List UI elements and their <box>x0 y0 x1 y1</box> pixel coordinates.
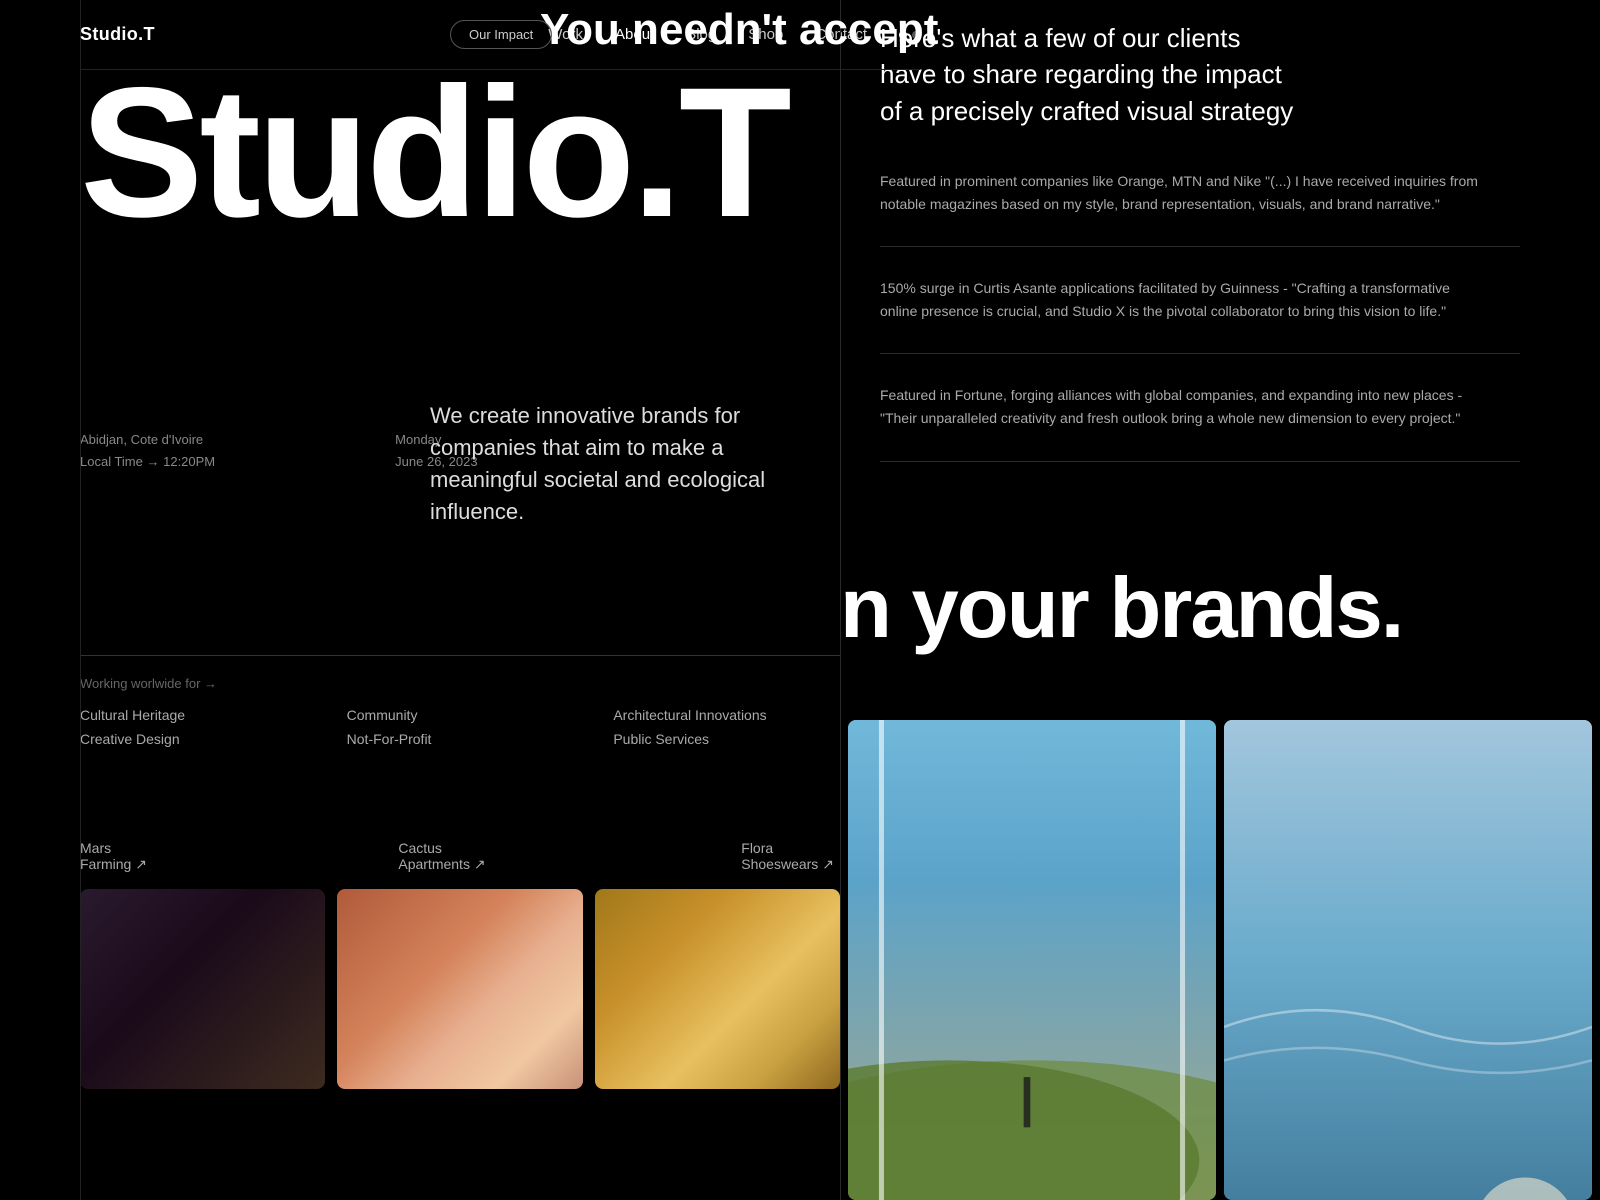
time-label: Local Time → <box>80 454 159 469</box>
industry-creative: Creative Design <box>80 731 307 747</box>
panel-divider <box>840 0 841 1200</box>
project-card-cactus[interactable] <box>337 889 582 1089</box>
project-card-flora[interactable] <box>595 889 840 1089</box>
industry-cultural-heritage: Cultural Heritage <box>80 707 307 723</box>
location: Abidjan, Cote d'Ivoire <box>80 430 215 450</box>
worldwide-label: Working worlwide for → <box>80 676 840 691</box>
testimonial-item-2: 150% surge in Curtis Asante applications… <box>880 247 1520 354</box>
industry-nonprofit: Not-For-Profit <box>347 731 574 747</box>
project-label-flora[interactable]: Flora Shoeswears ↗ <box>741 840 840 873</box>
industry-architectural: Architectural Innovations <box>613 707 840 723</box>
testimonials-headline: Here's what a few of our clients have to… <box>880 20 1300 129</box>
tagline: We create innovative brands for companie… <box>430 400 820 528</box>
time-value: 12:20PM <box>163 454 215 469</box>
photo-ocean <box>1224 720 1592 1200</box>
project-label-mars[interactable]: Mars Farming ↗ <box>80 840 158 873</box>
project-cards <box>80 889 840 1089</box>
studio-title: Studio.T <box>80 70 840 237</box>
testimonial-text-3: Featured in Fortune, forging alliances w… <box>880 384 1480 430</box>
worldwide-section: Working worlwide for → Cultural Heritage… <box>80 655 840 747</box>
testimonials-list: Featured in prominent companies like Ora… <box>840 140 1560 462</box>
projects-header: Mars Farming ↗ Cactus Apartments ↗ Flora… <box>80 840 840 873</box>
testimonial-item-1: Featured in prominent companies like Ora… <box>880 140 1520 247</box>
landscape-svg <box>848 720 1216 1200</box>
photo-landscape <box>848 720 1216 1200</box>
large-tagline: n your brands. <box>840 560 1402 658</box>
testimonial-text-2: 150% surge in Curtis Asante applications… <box>880 277 1480 323</box>
meta-info: Abidjan, Cote d'Ivoire Local Time → 12:2… <box>80 430 478 471</box>
logo[interactable]: Studio.T <box>80 24 155 45</box>
industry-public-services: Public Services <box>613 731 840 747</box>
projects-section: Mars Farming ↗ Cactus Apartments ↗ Flora… <box>80 840 840 1089</box>
photo-grid <box>840 720 1600 1200</box>
industry-grid: Cultural Heritage Community Architectura… <box>80 707 840 747</box>
scrolling-headline: You needn't accept <box>540 5 938 55</box>
testimonials-header: Here's what a few of our clients have to… <box>840 0 1560 149</box>
hero-title: Studio.T <box>80 70 840 237</box>
left-divider <box>80 0 81 1200</box>
project-label-cactus[interactable]: Cactus Apartments ↗ <box>398 840 501 873</box>
testimonial-item-3: Featured in Fortune, forging alliances w… <box>880 354 1520 461</box>
industry-community: Community <box>347 707 574 723</box>
worldwide-text: Working worlwide for → <box>80 676 217 691</box>
location-block: Abidjan, Cote d'Ivoire Local Time → 12:2… <box>80 430 215 471</box>
impact-pill[interactable]: Our Impact <box>450 20 552 49</box>
project-card-mars[interactable] <box>80 889 325 1089</box>
testimonial-text-1: Featured in prominent companies like Ora… <box>880 170 1480 216</box>
ocean-svg <box>1224 720 1592 1200</box>
local-time: Local Time → 12:20PM <box>80 452 215 472</box>
